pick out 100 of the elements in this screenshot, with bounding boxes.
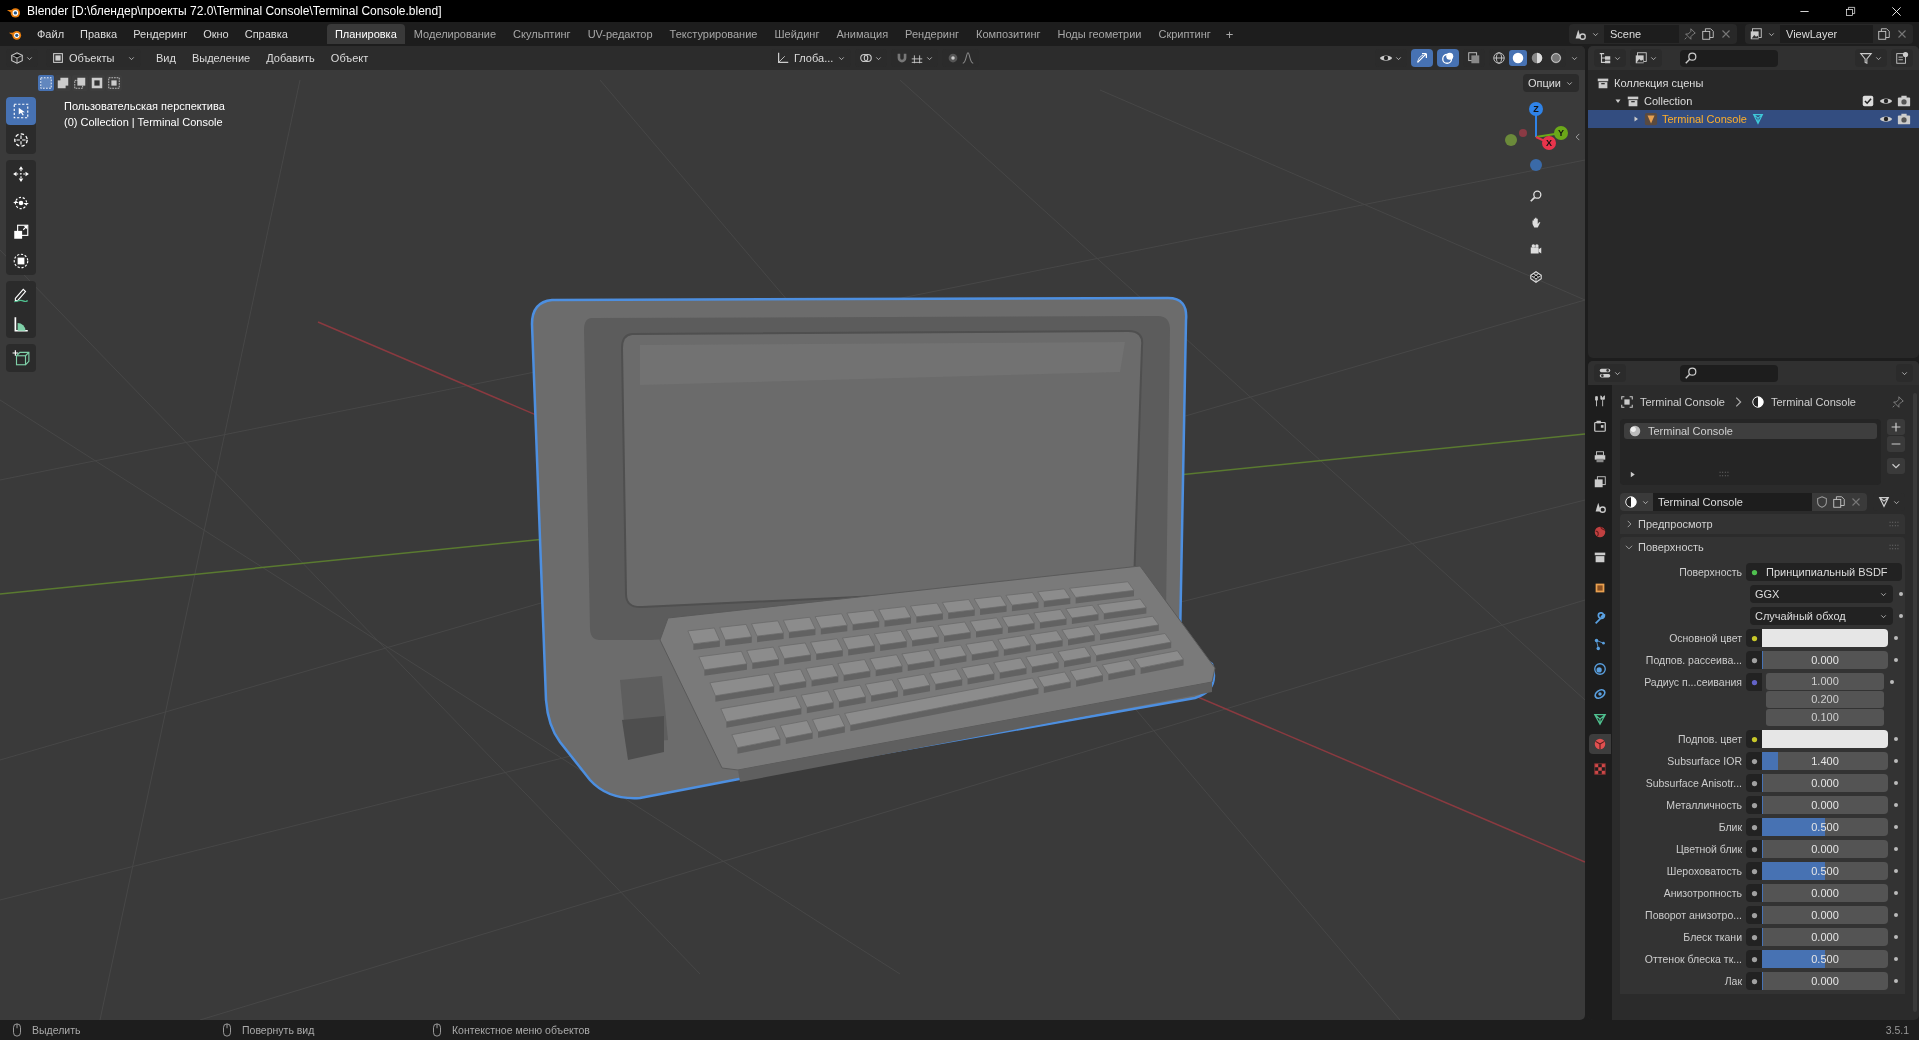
shader-link-field[interactable]: Принципиальный BSDF [1762,563,1902,581]
outliner-item-label[interactable]: Collection [1644,95,1693,107]
editor-type-button[interactable] [1594,364,1626,382]
keyframe-dot-icon[interactable] [1892,955,1900,963]
cube-icon[interactable] [10,51,24,65]
socket-button[interactable] [1746,629,1762,647]
view-layer-selector[interactable]: ViewLayer [1745,24,1913,44]
3d-viewport[interactable]: Объекты Вид Выделение Добавить Объект Глоба... Опции Пользовательская перспектива (0) Collection | Terminal Console Z Y X [0,46,1585,1020]
outliner-row[interactable]: Terminal Console [1588,110,1919,128]
socket-button[interactable] [1746,752,1762,770]
select-mode-button[interactable] [38,75,54,91]
circles-icon[interactable] [859,51,874,65]
options-dropdown[interactable]: Опции [1522,74,1579,92]
new-collection-icon[interactable] [1895,51,1909,65]
select-mode-button[interactable] [106,75,122,91]
axes-icon[interactable] [775,51,790,65]
socket-button[interactable] [1746,563,1762,581]
keyframe-dot-icon[interactable] [1892,867,1900,875]
scale-icon[interactable] [12,223,30,241]
expand-triangle-icon[interactable] [1628,469,1637,479]
socket-dot-icon[interactable] [1750,735,1758,743]
material-name[interactable]: Terminal Console [1653,493,1812,511]
shield-icon[interactable] [1815,495,1829,509]
overlay-circles-icon[interactable] [1441,51,1455,65]
move-icon[interactable] [12,165,30,183]
pencil-icon[interactable] [12,286,30,304]
object-mode-icon[interactable] [51,51,65,65]
panel-title[interactable]: Предпросмотр [1638,518,1713,530]
workspace-tab[interactable]: Анимация [828,24,897,44]
slider-value[interactable]: 0.500 [1811,821,1839,833]
scene-selector[interactable]: Scene [1569,24,1737,44]
magnifier-icon[interactable] [1529,189,1543,203]
disclosure-triangle-icon[interactable] [1614,97,1622,105]
keyframe-dot-icon[interactable] [1892,977,1900,985]
socket-dot-icon[interactable] [1750,933,1758,941]
keyframe-dot-icon[interactable] [1892,801,1900,809]
filter-button[interactable] [1855,49,1887,67]
socket-dot-icon[interactable] [1750,568,1758,576]
workspace-tab[interactable]: Моделирование [405,24,505,44]
workspace-tab[interactable]: UV-редактор [579,24,661,44]
socket-button[interactable] [1746,730,1762,748]
filter-icon[interactable] [1859,51,1873,65]
keyframe-dot-icon[interactable] [1897,612,1905,620]
display-mode-button[interactable] [1594,49,1626,67]
select-box-icon[interactable] [12,102,30,120]
socket-dot-icon[interactable] [1750,823,1758,831]
mesh-icon[interactable] [1877,495,1891,509]
slider-field[interactable]: 0.000 [1762,796,1888,814]
menu-item[interactable]: Правка [73,25,125,43]
xray-icon[interactable] [1467,51,1481,65]
video-camera-icon[interactable] [1529,243,1543,257]
sidebar-toggle-icon[interactable] [1573,131,1583,143]
material-selector[interactable]: Terminal Console [1620,493,1867,511]
workspace-tab[interactable]: Композитинг [968,24,1049,44]
color-field[interactable] [1762,730,1888,748]
socket-button[interactable] [1746,906,1762,924]
menu-item[interactable]: Выделение [184,49,258,67]
socket-button[interactable] [1746,818,1762,836]
outliner-item-label[interactable]: Коллекция сцены [1614,77,1704,89]
select-mode-button[interactable] [89,75,105,91]
socket-button[interactable] [1746,884,1762,902]
add-cube-icon[interactable] [12,349,30,367]
socket-dot-icon[interactable] [1750,911,1758,919]
material-slot-label[interactable]: Terminal Console [1648,425,1733,437]
outliner-icon[interactable] [1598,51,1612,65]
slider-value[interactable]: 0.000 [1811,931,1839,943]
slider-value[interactable]: 0.000 [1811,843,1839,855]
socket-button[interactable] [1746,972,1762,990]
close-icon[interactable] [1890,5,1902,17]
workspace-tab[interactable]: Скриптинг [1150,24,1219,44]
slider-field[interactable]: 0.000 [1762,840,1888,858]
socket-dot-icon[interactable] [1750,757,1758,765]
checkbox[interactable] [1861,94,1875,108]
keyframe-dot-icon[interactable] [1892,656,1900,664]
view-layer-name[interactable]: ViewLayer [1780,25,1873,43]
socket-button[interactable] [1746,840,1762,858]
menu-item[interactable]: Файл [30,25,72,43]
slider-field[interactable]: 1.400 [1762,752,1888,770]
keyframe-dot-icon[interactable] [1892,757,1900,765]
images-icon[interactable] [1634,51,1648,65]
curve-icon[interactable] [961,51,976,65]
copy-icon[interactable] [1701,27,1715,41]
number-field[interactable]: 0.200 [1766,691,1884,708]
slider-value[interactable]: 0.500 [1811,953,1839,965]
restore-icon[interactable] [1844,5,1856,17]
socket-dot-icon[interactable] [1750,867,1758,875]
slider-value[interactable]: 0.000 [1811,654,1839,666]
gizmo-arrow-icon[interactable] [1415,51,1429,65]
dropdown[interactable]: GGX [1750,585,1893,603]
material-slot[interactable]: Terminal Console [1624,423,1877,439]
menu-item[interactable]: Окно [196,25,236,43]
toggles-icon[interactable] [1598,366,1612,380]
copy-icon[interactable] [1877,27,1891,41]
menu-item[interactable]: Объект [323,49,376,67]
pin-icon[interactable] [1891,395,1905,409]
keyframe-dot-icon[interactable] [1892,889,1900,897]
slider-field[interactable]: 0.500 [1762,862,1888,880]
slider-field[interactable]: 0.500 [1762,818,1888,836]
workspace-tab[interactable]: Ноды геометрии [1049,24,1150,44]
ruler-icon[interactable] [12,315,30,333]
